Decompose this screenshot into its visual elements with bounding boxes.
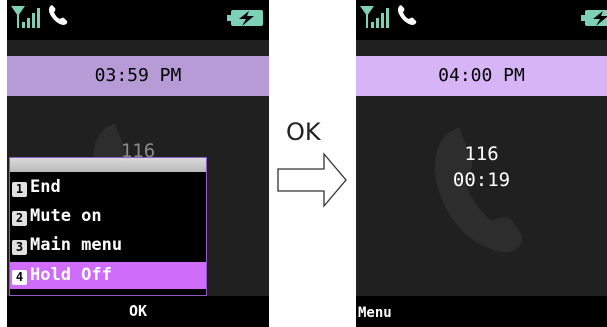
menu-item-number: 4	[12, 270, 27, 285]
signal-strength-icon	[11, 6, 40, 28]
menu-item-number: 2	[12, 211, 27, 226]
ok-softkey[interactable]: OK	[7, 302, 269, 320]
status-bar	[7, 0, 269, 40]
arrow-right-icon	[277, 152, 347, 208]
battery-charging-icon	[227, 10, 263, 26]
menu-item-mute-on[interactable]: 2 Mute on	[10, 203, 206, 230]
status-bar	[356, 0, 607, 40]
softkey-bar: Menu	[356, 296, 607, 327]
clock-bar: 04:00 PM	[356, 56, 607, 96]
phone-screen-before: 03:59 PM 116 1 End 2 Mute on 3 Main menu 4H…	[7, 0, 269, 327]
menu-item-label: Main menu	[30, 235, 123, 255]
battery-charging-icon	[581, 10, 607, 26]
call-duration: 00:19	[452, 169, 511, 191]
phone-call-icon	[48, 5, 68, 25]
phone-call-icon	[397, 5, 417, 25]
menu-item-main-menu[interactable]: 3 Main menu	[10, 232, 206, 259]
caller-number: 116	[464, 143, 499, 165]
menu-item-end[interactable]: 1 End	[10, 174, 206, 201]
transition-label: OK	[286, 118, 321, 146]
menu-title-bar	[10, 158, 206, 172]
menu-item-label: Hold Off	[30, 265, 112, 285]
signal-strength-icon	[360, 6, 389, 28]
call-options-menu: 1 End 2 Mute on 3 Main menu 4 Hold Off	[9, 157, 207, 296]
menu-softkey[interactable]: Menu	[358, 305, 392, 321]
menu-item-label: Mute on	[30, 206, 102, 226]
menu-item-hold-off[interactable]: 4 Hold Off	[10, 262, 206, 289]
softkey-bar: OK	[7, 296, 269, 327]
clock-bar: 03:59 PM	[7, 56, 269, 96]
phone-screen-after: 04:00 PM 116 00:19 Menu	[356, 0, 607, 327]
menu-item-number: 3	[12, 240, 27, 255]
menu-item-label: End	[30, 177, 61, 197]
menu-item-number: 1	[12, 182, 27, 197]
